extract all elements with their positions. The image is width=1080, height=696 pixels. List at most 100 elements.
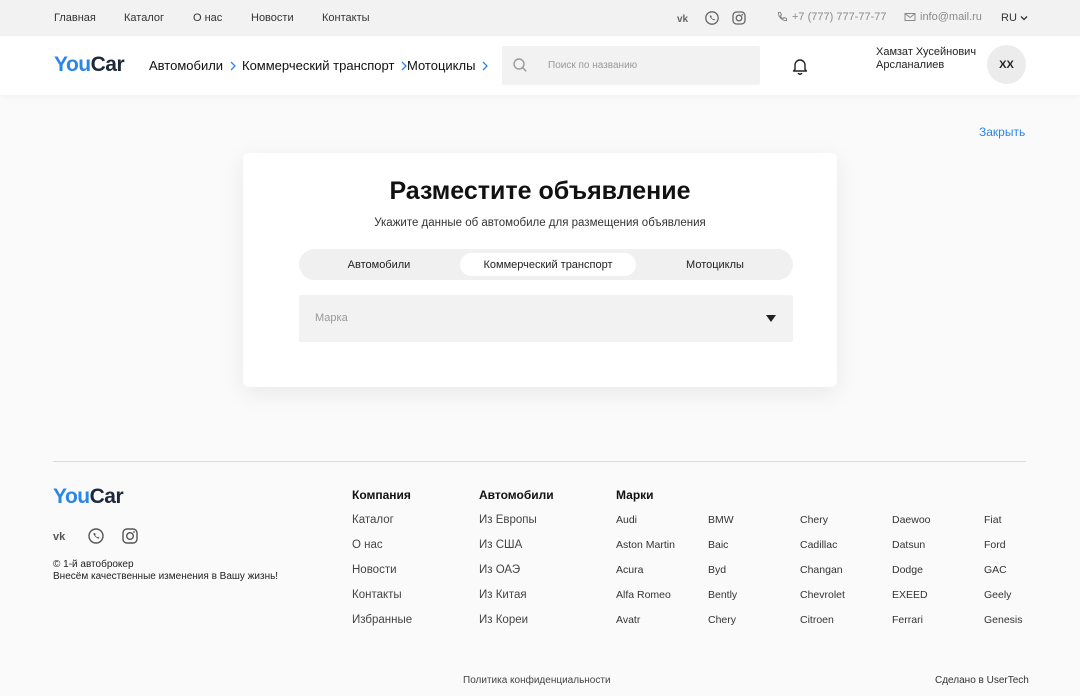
logo-part-car: Car: [90, 53, 125, 76]
footer-cars-heading: Автомобили: [479, 488, 554, 502]
brand-link[interactable]: Citroen: [800, 614, 834, 626]
brand-link[interactable]: Daewoo: [892, 514, 931, 526]
footer-logo-part-you: You: [53, 485, 90, 508]
tab-motorcycles[interactable]: Мотоциклы: [641, 253, 789, 276]
phone-icon: [777, 12, 787, 22]
footer-instagram-icon[interactable]: [121, 527, 139, 545]
tab-cars[interactable]: Автомобили: [303, 253, 455, 276]
search-box: [502, 46, 760, 85]
top-nav-catalog[interactable]: Каталог: [124, 12, 164, 24]
user-name[interactable]: Хамзат Хусейнович Арсланалиев: [876, 46, 976, 72]
brand-link[interactable]: Genesis: [984, 614, 1023, 626]
chevron-right-icon: [230, 61, 236, 70]
top-nav-about[interactable]: О нас: [193, 12, 222, 24]
chevron-right-icon: [482, 61, 489, 70]
top-bar: Главная Каталог О нас Новости Контакты v…: [0, 0, 1080, 36]
brand-select[interactable]: Марка: [299, 295, 793, 342]
copyright-line: © 1-й автоброкер: [53, 559, 134, 570]
brand-link[interactable]: Chevrolet: [800, 589, 845, 601]
brand-link[interactable]: Dodge: [892, 564, 923, 576]
nav-motorcycles-label: Мотоциклы: [407, 58, 476, 73]
brand-link[interactable]: Geely: [984, 589, 1011, 601]
caret-down-icon: [766, 315, 776, 322]
svg-text:vk: vk: [53, 531, 66, 543]
tab-commercial[interactable]: Коммерческий транспорт: [460, 253, 636, 276]
nav-commercial-label: Коммерческий транспорт: [242, 58, 395, 73]
brand-link[interactable]: Baic: [708, 539, 728, 551]
footer-link-about[interactable]: О нас: [352, 539, 383, 551]
footer-company-heading: Компания: [352, 488, 411, 502]
brand-link[interactable]: GAC: [984, 564, 1007, 576]
language-selector[interactable]: RU: [1001, 12, 1029, 24]
footer-link-uae[interactable]: Из ОАЭ: [479, 564, 520, 576]
language-label: RU: [1001, 12, 1017, 24]
search-input[interactable]: [548, 56, 748, 74]
nav-motorcycles[interactable]: Мотоциклы: [407, 58, 489, 73]
phone-contact[interactable]: +7 (777) 777-77-77: [776, 11, 886, 23]
card-title: Разместите объявление: [389, 177, 691, 205]
avatar[interactable]: ХХ: [987, 45, 1026, 84]
user-first-name: Хамзат Хусейнович: [876, 46, 977, 58]
footer-logo[interactable]: YouCar: [53, 485, 124, 509]
brand-link[interactable]: Alfa Romeo: [616, 589, 671, 601]
card-subtitle: Укажите данные об автомобиле для размеще…: [374, 217, 706, 229]
footer-divider: [53, 461, 1026, 462]
nav-cars[interactable]: Автомобили: [149, 58, 237, 73]
footer-link-china[interactable]: Из Китая: [479, 589, 527, 601]
top-nav-news[interactable]: Новости: [251, 12, 294, 24]
bell-icon[interactable]: [790, 56, 810, 76]
brand-link[interactable]: Chery: [800, 514, 828, 526]
brand-link[interactable]: Avatr: [616, 614, 640, 626]
brand-link[interactable]: Cadillac: [800, 539, 837, 551]
footer-link-korea[interactable]: Из Кореи: [479, 614, 528, 626]
brand-link[interactable]: Datsun: [892, 539, 925, 551]
svg-text:vk: vk: [677, 14, 689, 25]
slogan-line: Внесём качественные изменения в Вашу жиз…: [53, 571, 279, 582]
phone-number: +7 (777) 777-77-77: [792, 11, 887, 23]
made-by-credit: Сделано в UserTech: [935, 675, 1029, 686]
footer-brands-heading: Марки: [616, 488, 654, 502]
brand-link[interactable]: BMW: [708, 514, 734, 526]
brand-link[interactable]: Bently: [708, 589, 737, 601]
footer-link-europe[interactable]: Из Европы: [479, 514, 537, 526]
logo-part-you: You: [54, 53, 91, 76]
footer-logo-part-car: Car: [89, 485, 124, 508]
brand-link[interactable]: Acura: [616, 564, 643, 576]
brand-link[interactable]: Audi: [616, 514, 637, 526]
footer-link-news[interactable]: Новости: [352, 564, 397, 576]
brand-link[interactable]: Byd: [708, 564, 726, 576]
brand-link[interactable]: Changan: [800, 564, 843, 576]
user-last-name: Арсланалиев: [876, 59, 945, 71]
footer-copyright: © 1-й автоброкер Внесём качественные изм…: [53, 559, 278, 583]
footer-link-catalog[interactable]: Каталог: [352, 514, 394, 526]
main-header: YouCar Автомобили Коммерческий транспорт…: [0, 36, 1080, 95]
nav-cars-label: Автомобили: [149, 58, 224, 73]
brand-link[interactable]: Aston Martin: [616, 539, 675, 551]
footer-link-favorites[interactable]: Избранные: [352, 614, 412, 626]
privacy-policy-link[interactable]: Политика конфиденциальности: [463, 675, 611, 686]
brand-link[interactable]: Ford: [984, 539, 1006, 551]
brand-link[interactable]: EXEED: [892, 589, 928, 601]
footer-link-contacts[interactable]: Контакты: [352, 589, 402, 601]
search-icon[interactable]: [512, 57, 528, 73]
footer-whatsapp-icon[interactable]: [87, 527, 105, 545]
footer-link-usa[interactable]: Из США: [479, 539, 522, 551]
vehicle-type-tabs: Автомобили Коммерческий транспорт Мотоци…: [299, 249, 793, 280]
footer-vk-icon[interactable]: vk: [53, 527, 71, 545]
top-nav-home[interactable]: Главная: [54, 12, 96, 24]
close-link[interactable]: Закрыть: [979, 125, 1025, 139]
instagram-icon[interactable]: [731, 10, 747, 26]
vk-icon[interactable]: vk: [677, 10, 693, 26]
brand-link[interactable]: Chery: [708, 614, 736, 626]
chevron-down-icon: [1020, 16, 1028, 21]
post-ad-card: Разместите объявление Укажите данные об …: [243, 153, 837, 387]
email-contact[interactable]: info@mail.ru: [904, 11, 982, 23]
brand-link[interactable]: Fiat: [984, 514, 1002, 526]
brand-link[interactable]: Ferrari: [892, 614, 923, 626]
brand-select-placeholder: Марка: [315, 312, 348, 324]
mail-icon: [904, 13, 916, 21]
top-nav-contacts[interactable]: Контакты: [322, 12, 370, 24]
whatsapp-icon[interactable]: [704, 10, 720, 26]
logo[interactable]: YouCar: [54, 53, 125, 77]
nav-commercial[interactable]: Коммерческий транспорт: [242, 58, 408, 73]
